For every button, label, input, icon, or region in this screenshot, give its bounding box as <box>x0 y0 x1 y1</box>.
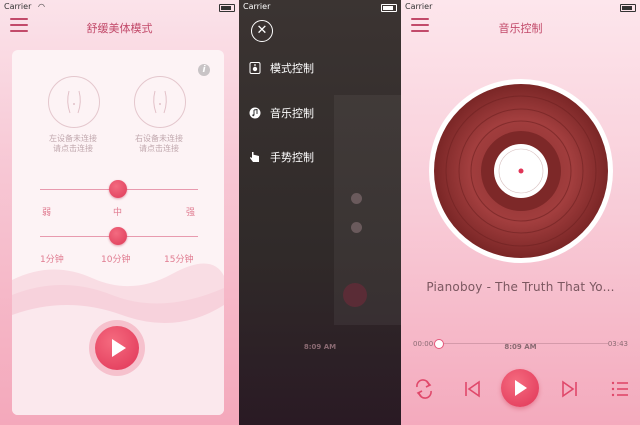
menu-item-music[interactable]: 音乐控制 <box>249 106 314 122</box>
left-device-label: 左设备未连接 请点击连接 <box>33 134 113 154</box>
carrier-label: Carrier <box>405 2 433 11</box>
left-device-button[interactable] <box>48 76 100 128</box>
background-play-button <box>343 283 367 307</box>
menu-item-mode[interactable]: 模式控制 <box>249 61 314 77</box>
left-device-status: 左设备未连接 <box>49 134 97 143</box>
right-device-label: 右设备未连接 请点击连接 <box>119 134 199 154</box>
status-bar: Carrier 8:09 AM <box>401 0 640 351</box>
mode-control-screen: Carrier◠ 8:09 AM 舒缓美体模式 i 左设备未连接 请点击连接 右… <box>0 0 239 425</box>
control-card: i 左设备未连接 请点击连接 右设备未连接 请点击连接 弱 中 强 1分钟 10… <box>12 50 224 415</box>
next-icon[interactable] <box>559 379 579 399</box>
play-icon <box>112 339 126 357</box>
background-knob <box>351 222 362 233</box>
status-bar: Carrier◠ 8:09 AM <box>0 0 239 351</box>
right-device-hint: 请点击连接 <box>139 144 179 153</box>
right-device-status: 右设备未连接 <box>135 134 183 143</box>
menu-item-label: 音乐控制 <box>270 107 314 120</box>
play-button[interactable] <box>89 320 145 376</box>
battery-icon <box>381 4 397 12</box>
music-control-screen: Carrier 8:09 AM 音乐控制 Pianoboy - The Trut… <box>401 0 640 425</box>
menu-item-label: 模式控制 <box>270 62 314 75</box>
background-knob <box>351 193 362 204</box>
progress-bar[interactable] <box>436 343 608 344</box>
repeat-icon[interactable] <box>413 379 435 399</box>
music-icon <box>249 107 261 119</box>
intensity-slider-knob[interactable] <box>109 180 127 198</box>
side-menu-screen: Carrier 8:09 AM ✕ 模式控制 音乐控制 手势控制 <box>239 0 401 425</box>
carrier-label: Carrier <box>243 2 271 11</box>
vinyl-record <box>429 79 613 263</box>
menu-item-label: 手势控制 <box>270 151 314 164</box>
intensity-label-strong: 强 <box>186 208 196 218</box>
battery-icon <box>219 4 235 12</box>
menu-item-gesture[interactable]: 手势控制 <box>249 150 314 166</box>
play-button[interactable] <box>501 369 539 407</box>
progress-knob[interactable] <box>434 339 444 349</box>
hand-icon <box>250 152 259 162</box>
wifi-icon: ◠ <box>38 2 45 11</box>
previous-icon[interactable] <box>463 379 483 399</box>
play-button-inner <box>95 326 139 370</box>
intensity-label-weak: 弱 <box>42 208 52 218</box>
info-icon[interactable]: i <box>198 64 210 76</box>
duration-slider-knob[interactable] <box>109 227 127 245</box>
play-icon <box>515 380 527 396</box>
status-time: 8:09 AM <box>303 343 337 351</box>
body-icon <box>153 90 167 114</box>
speaker-icon <box>249 62 261 74</box>
body-icon <box>67 90 81 114</box>
battery-icon <box>620 4 636 12</box>
close-icon[interactable]: ✕ <box>251 20 273 42</box>
intensity-label-medium: 中 <box>113 208 123 218</box>
status-bar: Carrier 8:09 AM <box>239 0 401 351</box>
left-device-hint: 请点击连接 <box>53 144 93 153</box>
carrier-label: Carrier <box>4 2 32 11</box>
song-title: Pianoboy - The Truth That Yo... <box>426 280 615 294</box>
playlist-icon[interactable] <box>611 380 629 398</box>
elapsed-time: 00:00 <box>413 340 434 348</box>
total-time: 03:43 <box>607 340 628 348</box>
right-device-button[interactable] <box>134 76 186 128</box>
page-title: 舒缓美体模式 <box>86 22 153 35</box>
page-title: 音乐控制 <box>498 22 543 35</box>
